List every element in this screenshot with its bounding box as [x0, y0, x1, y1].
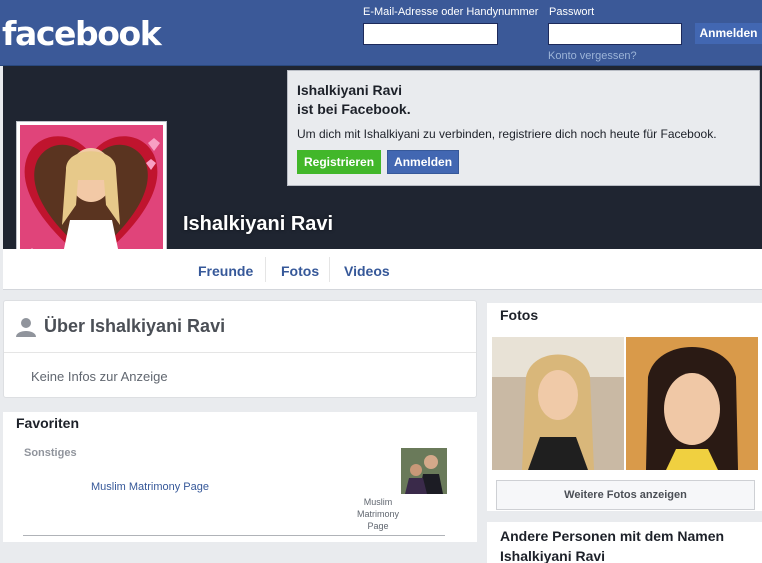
- others-with-name-title: Andere Personen mit dem Namen Ishalkiyan…: [487, 522, 762, 563]
- tab-photos[interactable]: Fotos: [281, 263, 319, 279]
- favorites-title: Favoriten: [16, 415, 80, 431]
- photo-thumbnail[interactable]: [492, 337, 624, 470]
- profile-tabs: Freunde Fotos Videos: [3, 249, 762, 290]
- favorites-category: Sonstiges: [24, 447, 77, 459]
- top-bar: facebook E-Mail-Adresse oder Handynummer…: [0, 0, 762, 66]
- register-button[interactable]: Registrieren: [297, 150, 382, 174]
- tab-videos[interactable]: Videos: [344, 263, 390, 279]
- tab-divider: [329, 257, 330, 282]
- profile-name: Ishalkiyani Ravi: [183, 213, 334, 235]
- tab-divider: [265, 257, 266, 282]
- facebook-logo[interactable]: facebook: [2, 14, 162, 53]
- tab-friends[interactable]: Freunde: [198, 263, 253, 279]
- signup-box: Ishalkiyani Ravi ist bei Facebook. Um di…: [287, 70, 760, 186]
- person-icon: [16, 317, 36, 337]
- divider: [23, 535, 445, 536]
- favorite-page-link[interactable]: Muslim Matrimony Page: [91, 481, 209, 493]
- signup-subtitle: ist bei Facebook.: [297, 101, 411, 117]
- photos-card: Fotos Weitere Fotos anzeigen: [487, 303, 762, 511]
- about-card: Über Ishalkiyani Ravi Keine Infos zur An…: [3, 300, 477, 398]
- password-field[interactable]: [548, 23, 682, 45]
- forgot-account-link[interactable]: Konto vergessen?: [548, 50, 637, 62]
- password-label: Passwort: [549, 6, 595, 18]
- profile-photo-image: [20, 125, 163, 268]
- about-title: Über Ishalkiyani Ravi: [44, 316, 226, 336]
- photos-title: Fotos: [500, 307, 539, 323]
- more-photos-button[interactable]: Weitere Fotos anzeigen: [496, 480, 755, 510]
- favorite-thumb-label: Muslim Matrimony Page: [356, 497, 399, 531]
- signup-text: Um dich mit Ishalkiyani zu verbinden, re…: [297, 127, 717, 141]
- about-empty-text: Keine Infos zur Anzeige: [31, 369, 168, 384]
- favorite-page-thumbnail[interactable]: [401, 448, 447, 494]
- photo-thumbnail[interactable]: [626, 337, 758, 470]
- favorites-card: Favoriten Sonstiges Muslim Matrimony Pag…: [3, 412, 477, 542]
- login-button[interactable]: Anmelden: [695, 23, 762, 44]
- email-label: E-Mail-Adresse oder Handynummer: [363, 6, 539, 18]
- signup-login-button[interactable]: Anmelden: [387, 150, 460, 174]
- signup-name: Ishalkiyani Ravi: [297, 82, 403, 98]
- email-field[interactable]: [363, 23, 498, 45]
